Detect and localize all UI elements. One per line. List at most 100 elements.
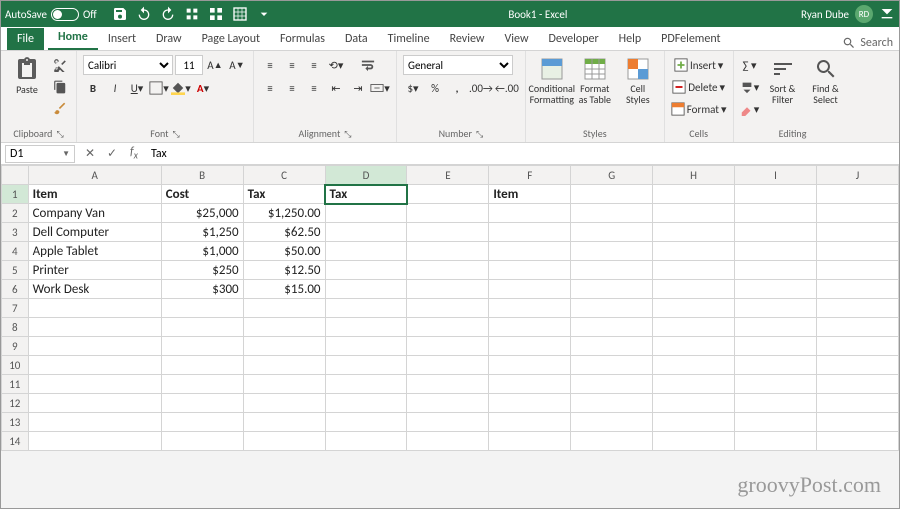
align-bottom-button[interactable]: ≡ [304,55,324,75]
cell-G11[interactable] [571,375,653,394]
cell-F11[interactable] [489,375,571,394]
fx-button[interactable]: fx [123,145,145,161]
comma-format-button[interactable]: , [447,78,467,98]
col-header-D[interactable]: D [325,166,407,185]
cell-H5[interactable] [653,261,735,280]
redo-button[interactable] [157,3,179,25]
cell-F8[interactable] [489,318,571,337]
cell-F2[interactable] [489,204,571,223]
cell-B12[interactable] [161,394,243,413]
font-size-input[interactable] [175,55,203,75]
cell-I7[interactable] [735,299,817,318]
cell-E8[interactable] [407,318,489,337]
cell-E3[interactable] [407,223,489,242]
cell-C12[interactable] [243,394,325,413]
cell-E10[interactable] [407,356,489,375]
cell-I9[interactable] [735,337,817,356]
tab-review[interactable]: Review [440,28,495,50]
paste-button[interactable]: Paste [7,55,47,98]
cell-H6[interactable] [653,280,735,299]
col-header-I[interactable]: I [735,166,817,185]
cell-F13[interactable] [489,413,571,432]
format-cells-button[interactable]: Format ▾ [671,99,727,119]
cell-A4[interactable]: Apple Tablet [28,242,161,261]
cell-B1[interactable]: Cost [161,185,243,204]
col-header-H[interactable]: H [653,166,735,185]
number-format-select[interactable]: General [403,55,513,75]
cell-H1[interactable] [653,185,735,204]
cell-C3[interactable]: $62.50 [243,223,325,242]
cell-D2[interactable] [325,204,407,223]
cell-C11[interactable] [243,375,325,394]
col-header-J[interactable]: J [816,166,898,185]
cell-A7[interactable] [28,299,161,318]
decrease-font-button[interactable]: A▼ [227,55,247,75]
cell-B6[interactable]: $300 [161,280,243,299]
align-center-button[interactable]: ≡ [282,78,302,98]
cell-A12[interactable] [28,394,161,413]
dialog-launcher[interactable]: ⤡ [173,129,180,140]
cell-A8[interactable] [28,318,161,337]
cell-D6[interactable] [325,280,407,299]
increase-font-button[interactable]: A▲ [205,55,225,75]
cell-C8[interactable] [243,318,325,337]
autosum-button[interactable]: ∑ ▾ [740,55,760,75]
cancel-button[interactable]: ✕ [79,146,101,161]
cell-J14[interactable] [816,432,898,451]
merge-center-button[interactable]: ▾ [370,78,390,98]
undo-button[interactable] [133,3,155,25]
tab-view[interactable]: View [494,28,538,50]
orientation-button[interactable]: ⟲▾ [326,55,346,75]
cell-C2[interactable]: $1,250.00 [243,204,325,223]
cell-E2[interactable] [407,204,489,223]
cell-D12[interactable] [325,394,407,413]
cut-button[interactable] [50,55,70,75]
format-as-table-button[interactable]: Format as Table [575,55,615,107]
cell-B3[interactable]: $1,250 [161,223,243,242]
cell-H2[interactable] [653,204,735,223]
cell-A11[interactable] [28,375,161,394]
cell-B10[interactable] [161,356,243,375]
cell-G3[interactable] [571,223,653,242]
row-header-11[interactable]: 11 [2,375,29,394]
cell-C13[interactable] [243,413,325,432]
tab-insert[interactable]: Insert [98,28,146,50]
dialog-launcher[interactable]: ⤡ [56,129,63,140]
cell-H7[interactable] [653,299,735,318]
cell-F5[interactable] [489,261,571,280]
qat-button[interactable] [205,3,227,25]
cell-I12[interactable] [735,394,817,413]
tab-pdfelement[interactable]: PDFelement [651,28,730,50]
cell-H4[interactable] [653,242,735,261]
qat-customize[interactable] [253,3,275,25]
tab-help[interactable]: Help [609,28,652,50]
cell-A13[interactable] [28,413,161,432]
cell-D8[interactable] [325,318,407,337]
decrease-decimal-button[interactable]: ←.00 [495,78,519,98]
cell-A2[interactable]: Company Van [28,204,161,223]
cell-J8[interactable] [816,318,898,337]
dialog-launcher[interactable]: ⤡ [476,129,483,140]
cell-G12[interactable] [571,394,653,413]
delete-cells-button[interactable]: Delete ▾ [671,77,727,97]
cell-J5[interactable] [816,261,898,280]
enter-button[interactable]: ✓ [101,146,123,161]
percent-format-button[interactable]: % [425,78,445,98]
cell-I3[interactable] [735,223,817,242]
row-header-2[interactable]: 2 [2,204,29,223]
cell-H14[interactable] [653,432,735,451]
italic-button[interactable]: I [105,78,125,98]
cell-F10[interactable] [489,356,571,375]
dialog-launcher[interactable]: ⤡ [344,129,351,140]
align-middle-button[interactable]: ≡ [282,55,302,75]
cell-F6[interactable] [489,280,571,299]
cell-H11[interactable] [653,375,735,394]
cell-J13[interactable] [816,413,898,432]
cell-B5[interactable]: $250 [161,261,243,280]
autosave-toggle[interactable]: AutoSave Off [5,8,97,21]
qat-button[interactable] [229,3,251,25]
cell-I2[interactable] [735,204,817,223]
font-name-select[interactable]: Calibri [83,55,173,75]
cell-I1[interactable] [735,185,817,204]
sort-filter-button[interactable]: Sort & Filter [763,55,803,107]
